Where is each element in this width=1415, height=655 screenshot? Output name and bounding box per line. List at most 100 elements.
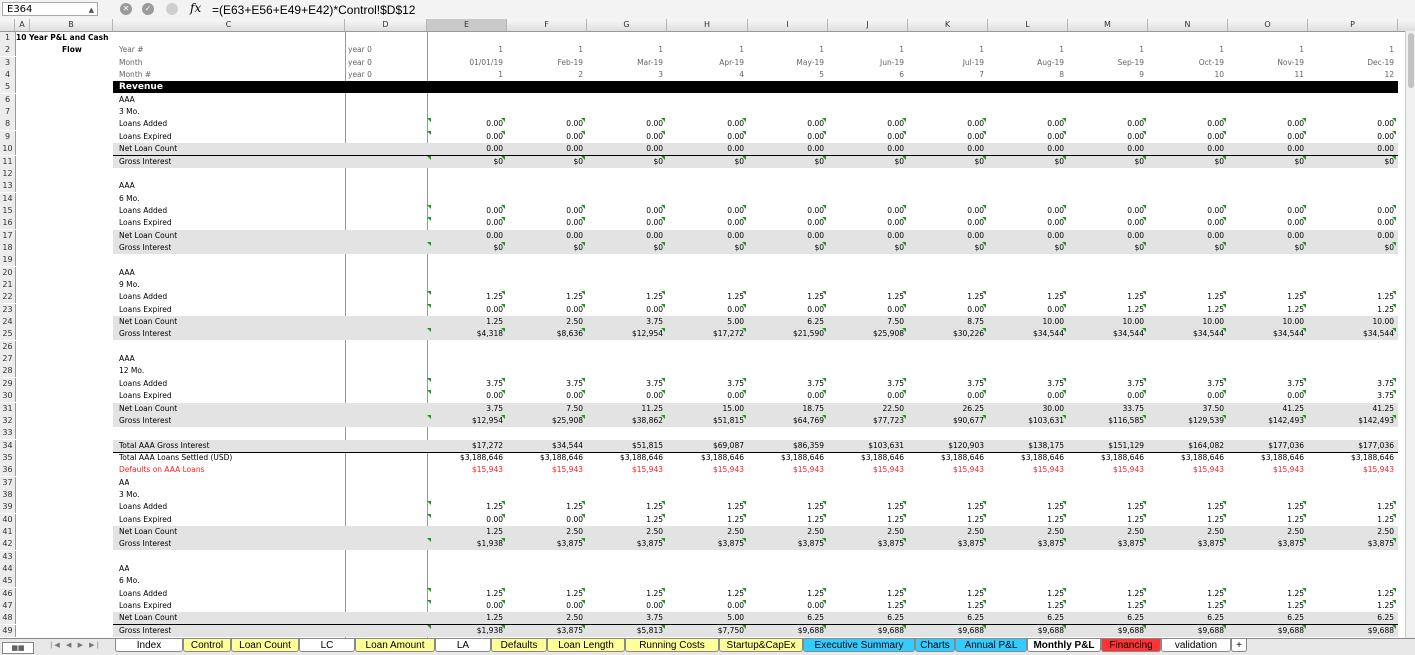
value-cell[interactable]: 2.50 xyxy=(507,316,583,328)
value-cell[interactable]: 1.25 xyxy=(1068,514,1144,526)
value-cell[interactable]: $3,188,646 xyxy=(1308,452,1394,464)
row-header[interactable]: 47 xyxy=(0,600,16,612)
value-cell[interactable]: $86,359 xyxy=(748,440,824,452)
row-header[interactable]: 40 xyxy=(0,514,16,526)
value-cell[interactable]: 0.00 xyxy=(908,143,984,155)
value-cell[interactable]: 1.25 xyxy=(1148,588,1224,600)
value-cell[interactable]: 0.00 xyxy=(667,304,744,316)
value-cell[interactable]: 0.00 xyxy=(1228,143,1304,155)
row-header[interactable]: 43 xyxy=(0,551,16,563)
value-cell[interactable]: 0.00 xyxy=(1148,230,1224,242)
sheet-tab-loan-amount[interactable]: Loan Amount xyxy=(355,639,435,652)
value-cell[interactable]: 0.00 xyxy=(988,205,1064,217)
column-header-c[interactable]: C xyxy=(113,19,345,31)
column-header-f[interactable]: F xyxy=(507,19,587,31)
value-cell[interactable]: 0.00 xyxy=(667,390,744,402)
value-cell[interactable]: 1.25 xyxy=(1308,501,1394,513)
value-cell[interactable]: 0.00 xyxy=(507,205,583,217)
value-cell[interactable]: 1.25 xyxy=(988,291,1064,303)
value-cell[interactable]: $3,188,646 xyxy=(748,452,824,464)
value-cell[interactable]: $3,188,646 xyxy=(1068,452,1144,464)
column-header-d[interactable]: D xyxy=(345,19,427,31)
value-cell[interactable]: $17,272 xyxy=(427,440,503,452)
value-cell[interactable]: $51,815 xyxy=(667,415,744,427)
row-header[interactable]: 35 xyxy=(0,452,16,464)
value-cell[interactable]: 0.00 xyxy=(1308,118,1394,130)
row-header[interactable]: 7 xyxy=(0,106,16,118)
row-header[interactable]: 32 xyxy=(0,415,16,427)
row-header[interactable]: 20 xyxy=(0,267,16,279)
value-cell[interactable]: 2.50 xyxy=(1068,526,1144,538)
value-cell[interactable]: 1.25 xyxy=(667,291,744,303)
value-cell[interactable]: 1.25 xyxy=(1228,501,1304,513)
value-cell[interactable]: 1.25 xyxy=(748,291,824,303)
value-cell[interactable]: 3.75 xyxy=(427,403,503,415)
value-cell[interactable]: $15,943 xyxy=(1228,464,1304,476)
column-header-m[interactable]: M xyxy=(1068,19,1148,31)
value-cell[interactable]: 0.00 xyxy=(828,118,904,130)
value-cell[interactable]: $17,272 xyxy=(667,328,744,340)
value-cell[interactable]: 0.00 xyxy=(908,205,984,217)
value-cell[interactable]: 0.00 xyxy=(748,600,824,612)
row-header[interactable]: 27 xyxy=(0,353,16,365)
value-cell[interactable]: 1.25 xyxy=(1308,304,1394,316)
value-cell[interactable]: $15,943 xyxy=(908,464,984,476)
value-cell[interactable]: $103,631 xyxy=(988,415,1064,427)
value-cell[interactable]: $3,188,646 xyxy=(1148,452,1224,464)
value-cell[interactable]: $3,875 xyxy=(1228,538,1304,550)
value-cell[interactable]: $3,875 xyxy=(587,538,663,550)
row-header[interactable]: 33 xyxy=(0,427,16,439)
value-cell[interactable]: $116,585 xyxy=(1068,415,1144,427)
value-cell[interactable]: 0.00 xyxy=(1068,205,1144,217)
value-cell[interactable]: 3.75 xyxy=(988,378,1064,390)
value-cell[interactable]: 0.00 xyxy=(507,390,583,402)
value-cell[interactable]: $3,188,646 xyxy=(1228,452,1304,464)
sheet-grid[interactable]: 1 10 Year P&L and Cash 2 Flow Year # year 011… xyxy=(0,32,1405,638)
value-cell[interactable]: 0.00 xyxy=(1308,217,1394,229)
value-cell[interactable]: 0.00 xyxy=(748,390,824,402)
value-cell[interactable]: $9,688 xyxy=(828,625,904,637)
value-cell[interactable]: 0.00 xyxy=(1228,390,1304,402)
value-cell[interactable]: 3.75 xyxy=(427,378,503,390)
value-cell[interactable]: 3.75 xyxy=(1068,378,1144,390)
value-cell[interactable]: $3,875 xyxy=(908,538,984,550)
value-cell[interactable]: $0 xyxy=(908,156,984,168)
row-header[interactable]: 24 xyxy=(0,316,16,328)
value-cell[interactable]: $0 xyxy=(908,242,984,254)
value-cell[interactable]: 1.25 xyxy=(1148,291,1224,303)
value-cell[interactable]: 0.00 xyxy=(1228,131,1304,143)
value-cell[interactable]: 0.00 xyxy=(908,118,984,130)
value-cell[interactable]: 1.25 xyxy=(667,514,744,526)
value-cell[interactable]: 3.75 xyxy=(908,378,984,390)
value-cell[interactable]: 1.25 xyxy=(748,514,824,526)
value-cell[interactable]: 10.00 xyxy=(1228,316,1304,328)
row-header[interactable]: 2 xyxy=(0,44,16,56)
value-cell[interactable]: $0 xyxy=(587,242,663,254)
value-cell[interactable]: 1.25 xyxy=(908,588,984,600)
value-cell[interactable]: 0.00 xyxy=(587,205,663,217)
value-cell[interactable]: 1.25 xyxy=(988,501,1064,513)
value-cell[interactable]: $9,688 xyxy=(1148,625,1224,637)
column-header-p[interactable]: P xyxy=(1308,19,1398,31)
row-header[interactable]: 25 xyxy=(0,328,16,340)
row-header[interactable]: 28 xyxy=(0,365,16,377)
value-cell[interactable]: $30,226 xyxy=(908,328,984,340)
value-cell[interactable]: 2.50 xyxy=(748,526,824,538)
value-cell[interactable]: 41.25 xyxy=(1228,403,1304,415)
row-header[interactable]: 36 xyxy=(0,464,16,476)
value-cell[interactable]: 6.25 xyxy=(1068,612,1144,624)
scrollbar-thumb[interactable] xyxy=(1408,33,1414,88)
value-cell[interactable]: 0.00 xyxy=(988,217,1064,229)
row-header[interactable]: 10 xyxy=(0,143,16,155)
value-cell[interactable]: 1.25 xyxy=(988,600,1064,612)
value-cell[interactable]: 0.00 xyxy=(587,600,663,612)
value-cell[interactable]: 1.25 xyxy=(1068,588,1144,600)
value-cell[interactable]: 0.00 xyxy=(748,217,824,229)
row-header[interactable]: 6 xyxy=(0,94,16,106)
value-cell[interactable]: 1.25 xyxy=(587,514,663,526)
row-header[interactable]: 49 xyxy=(0,625,16,637)
sheet-tab-monthly-p-l[interactable]: Monthly P&L xyxy=(1027,639,1101,652)
value-cell[interactable]: 2.50 xyxy=(1148,526,1224,538)
column-header-b[interactable]: B xyxy=(30,19,113,31)
value-cell[interactable]: $9,688 xyxy=(748,625,824,637)
